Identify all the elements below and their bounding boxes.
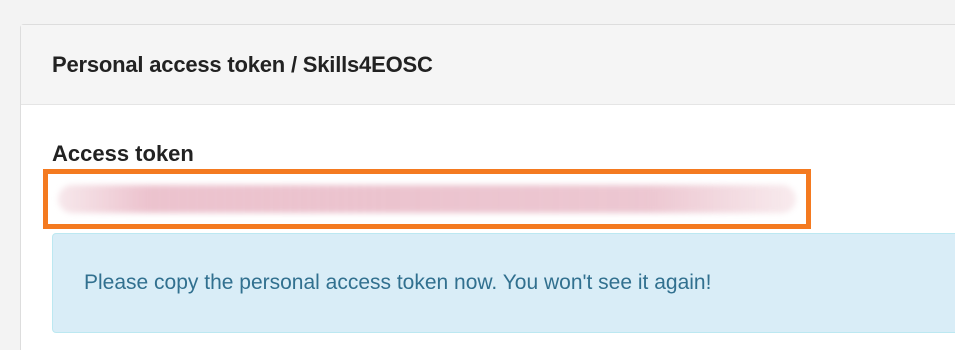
panel-heading: Personal access token / Skills4EOSC	[21, 25, 955, 105]
info-alert-text: Please copy the personal access token no…	[84, 271, 712, 294]
access-token-value[interactable]	[58, 185, 796, 213]
panel-title: Personal access token / Skills4EOSC	[52, 51, 433, 77]
access-token-highlight-box	[43, 169, 811, 229]
page: Personal access token / Skills4EOSC Acce…	[0, 0, 955, 350]
token-panel: Personal access token / Skills4EOSC Acce…	[20, 24, 955, 350]
info-alert: Please copy the personal access token no…	[52, 233, 955, 333]
access-token-label: Access token	[52, 141, 194, 166]
